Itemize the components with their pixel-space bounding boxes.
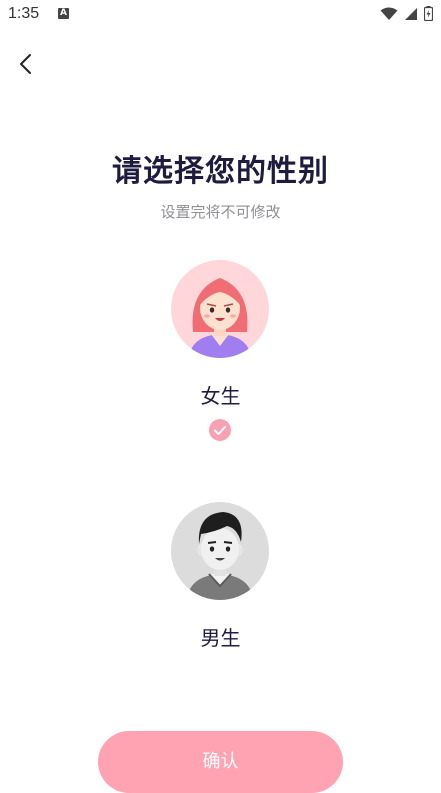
signal-icon: [405, 7, 417, 20]
chevron-left-icon: [20, 54, 31, 74]
male-illustration: [187, 512, 253, 600]
male-label[interactable]: 男生: [0, 622, 441, 651]
male-avatar[interactable]: [171, 502, 269, 600]
notification-a-icon: A: [58, 8, 69, 19]
status-time: 1:35: [8, 5, 40, 22]
status-icons: [380, 6, 433, 21]
page-title: 请选择您的性别: [112, 154, 329, 189]
back-button[interactable]: [12, 50, 40, 78]
check-mark: [214, 426, 226, 435]
female-label[interactable]: 女生: [0, 380, 441, 409]
battery-icon: [424, 6, 433, 21]
status-bar: 1:35 A: [0, 0, 441, 30]
female-illustration: [189, 278, 251, 358]
selected-check-icon: [209, 419, 231, 441]
confirm-button[interactable]: 确认: [98, 731, 343, 793]
page-subtitle: 设置完将不可修改: [160, 203, 281, 221]
female-avatar[interactable]: [171, 260, 269, 358]
wifi-icon: [380, 7, 398, 20]
